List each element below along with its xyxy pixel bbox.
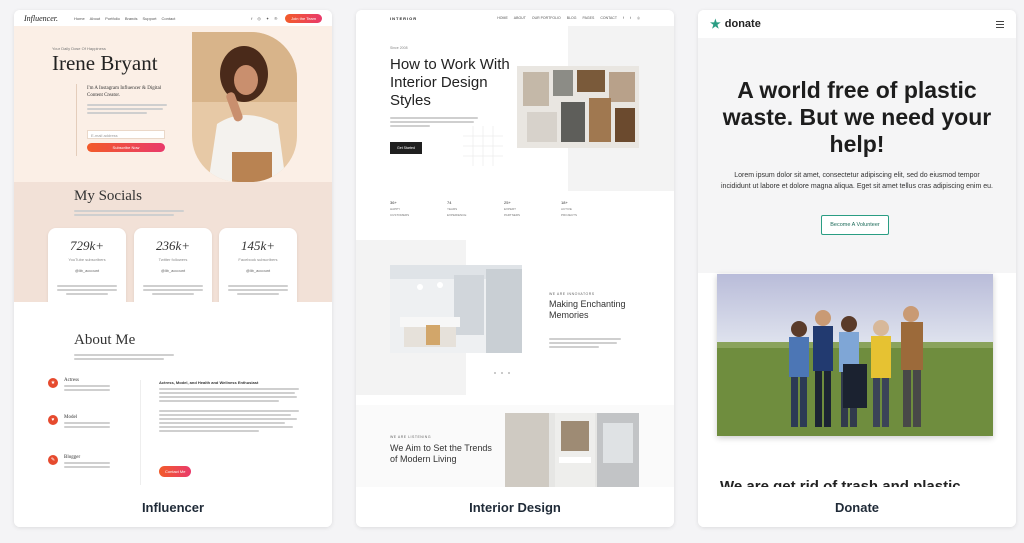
donate-logo: ★ donate <box>710 17 761 31</box>
nav-link[interactable]: Support <box>143 16 157 21</box>
model-icon: ♥ <box>48 415 58 425</box>
star-logo-icon: ★ <box>710 17 721 31</box>
hero-name: Irene Bryant <box>52 51 158 75</box>
nav-link[interactable]: BLOG <box>567 16 577 20</box>
hero-date: Since 2008 <box>390 46 408 50</box>
section2-eyebrow: WE ARE LISTENING <box>390 435 432 439</box>
role-blogger: ✎ Blogger <box>48 455 110 470</box>
stat-item: 25+ EXPERT PARTNERS <box>504 200 521 217</box>
hero-title: A world free of plastic waste. But we ne… <box>722 77 992 157</box>
materials-photo <box>517 66 639 148</box>
pinterest-icon[interactable]: ℗ <box>274 16 277 21</box>
section1-eyebrow: WE ARE INNOVATORS <box>549 292 595 296</box>
influencer-portrait <box>192 32 297 182</box>
card-title[interactable]: Interior Design <box>356 487 674 527</box>
about-body-lead: Actress, Model, and Health and Wellness … <box>159 380 259 385</box>
donate-navbar: ★ donate <box>698 10 1016 38</box>
influencer-preview[interactable]: Influencer. Home About Portfolio Brands … <box>14 10 332 487</box>
stat-value: 236k+ <box>155 238 191 253</box>
role-model: ♥ Model <box>48 415 110 430</box>
interior-stats: 36+ HAPPY CUSTOMERS 74 YEARS EXPERIENCE 25… <box>390 200 587 218</box>
interior-navbar: INTERIOR HOME ABOUT OUR PORTFOLIO BLOG P… <box>356 10 674 26</box>
stat-account: @lib_account <box>74 268 100 273</box>
instagram-icon[interactable]: ◎ <box>637 16 640 20</box>
actress-icon: ★ <box>48 378 58 388</box>
role-actress: ★ Actress <box>48 378 110 393</box>
nav-link[interactable]: CONTACT <box>600 16 617 20</box>
influencer-social-icons: f ◎ ✦ ℗ <box>251 16 277 21</box>
hero-title: How to Work With Interior Design Styles <box>390 56 510 109</box>
interior-nav-links: HOME ABOUT OUR PORTFOLIO BLOG PAGES CONT… <box>497 16 640 20</box>
blogger-icon: ✎ <box>48 455 58 465</box>
card-title[interactable]: Influencer <box>14 487 332 527</box>
stat-value: 145k+ <box>240 238 276 253</box>
influencer-navbar: Influencer. Home About Portfolio Brands … <box>14 10 332 26</box>
about-body: Actress, Model, and Health and Wellness … <box>159 380 299 434</box>
nav-link[interactable]: About <box>90 16 100 21</box>
stat-label: Facebook subscribers <box>238 257 278 262</box>
hero-divider <box>76 84 77 156</box>
nav-link[interactable]: Home <box>74 16 85 21</box>
socials-title: My Socials <box>74 188 142 204</box>
donate-preview[interactable]: ★ donate A world free of plastic waste. … <box>698 10 1016 487</box>
kitchen-photo <box>390 265 522 353</box>
influencer-nav-links: Home About Portfolio Brands Support Cont… <box>74 16 175 21</box>
get-started-button[interactable]: Get Started <box>390 142 422 154</box>
socials-description <box>74 208 184 218</box>
become-volunteer-button[interactable]: Become A Volunteer <box>821 215 889 235</box>
hamburger-menu-icon[interactable] <box>996 19 1004 30</box>
stat-value: 729k+ <box>69 238 105 253</box>
interior-logo: INTERIOR <box>390 15 418 21</box>
template-card-influencer[interactable]: Influencer. Home About Portfolio Brands … <box>14 10 332 527</box>
about-title: About Me <box>74 332 136 348</box>
facebook-icon[interactable]: f <box>251 16 252 21</box>
stat-label: YouTube subscribers <box>68 257 106 262</box>
hero-subtitle: I'm A Instagram Influencer & Digital Con… <box>87 86 162 98</box>
contact-me-button[interactable]: Contact Me <box>159 466 192 477</box>
nav-link[interactable]: Contact <box>162 16 176 21</box>
facebook-icon[interactable]: f <box>623 16 624 20</box>
nav-link[interactable]: Portfolio <box>105 16 120 21</box>
nav-link[interactable]: OUR PORTFOLIO <box>532 16 561 20</box>
nav-link[interactable]: ABOUT <box>514 16 526 20</box>
email-field[interactable]: E-mail address <box>87 130 165 139</box>
twitter-icon[interactable]: t <box>630 16 631 20</box>
stat-item: 18+ ACTIVE PROJECTS <box>561 200 578 217</box>
section2-title: We Aim to Set the Trends of Modern Livin… <box>390 443 492 464</box>
nav-link[interactable]: HOME <box>497 16 508 20</box>
grid-decoration <box>463 126 503 166</box>
hero-description: Lorem ipsum dolor sit amet, consectetur … <box>721 172 993 190</box>
template-card-donate[interactable]: ★ donate A world free of plastic waste. … <box>698 10 1016 527</box>
bathroom-photo <box>505 413 639 487</box>
template-gallery: Influencer. Home About Portfolio Brands … <box>0 0 1024 543</box>
stat-account: @lib_account <box>160 268 186 273</box>
about-divider <box>140 380 141 485</box>
hero-description <box>87 102 167 116</box>
section1-title: Making Enchanting Memories <box>549 299 626 320</box>
section1-description <box>549 336 621 350</box>
card-title[interactable]: Donate <box>698 487 1016 527</box>
next-section-heading: We are get rid of trash and plastic <box>720 478 961 487</box>
stat-item: 74 YEARS EXPERIENCE <box>447 200 467 217</box>
interior-preview[interactable]: INTERIOR HOME ABOUT OUR PORTFOLIO BLOG P… <box>356 10 674 487</box>
slider-dots[interactable] <box>494 372 510 374</box>
subscribe-button[interactable]: Subscribe Now <box>87 143 165 152</box>
about-intro <box>74 352 174 362</box>
join-team-button[interactable]: Join the Team <box>285 13 322 23</box>
volunteers-photo <box>717 274 993 436</box>
stat-item: 36+ HAPPY CUSTOMERS <box>390 200 410 217</box>
twitter-icon[interactable]: ✦ <box>266 16 269 21</box>
template-card-interior-design[interactable]: INTERIOR HOME ABOUT OUR PORTFOLIO BLOG P… <box>356 10 674 527</box>
nav-link[interactable]: PAGES <box>583 16 595 20</box>
instagram-icon[interactable]: ◎ <box>257 16 261 21</box>
nav-link[interactable]: Brands <box>125 16 138 21</box>
stat-label: Twitter followers <box>158 257 188 262</box>
stat-account: @lib_account <box>245 268 271 273</box>
influencer-logo: Influencer. <box>24 13 58 23</box>
